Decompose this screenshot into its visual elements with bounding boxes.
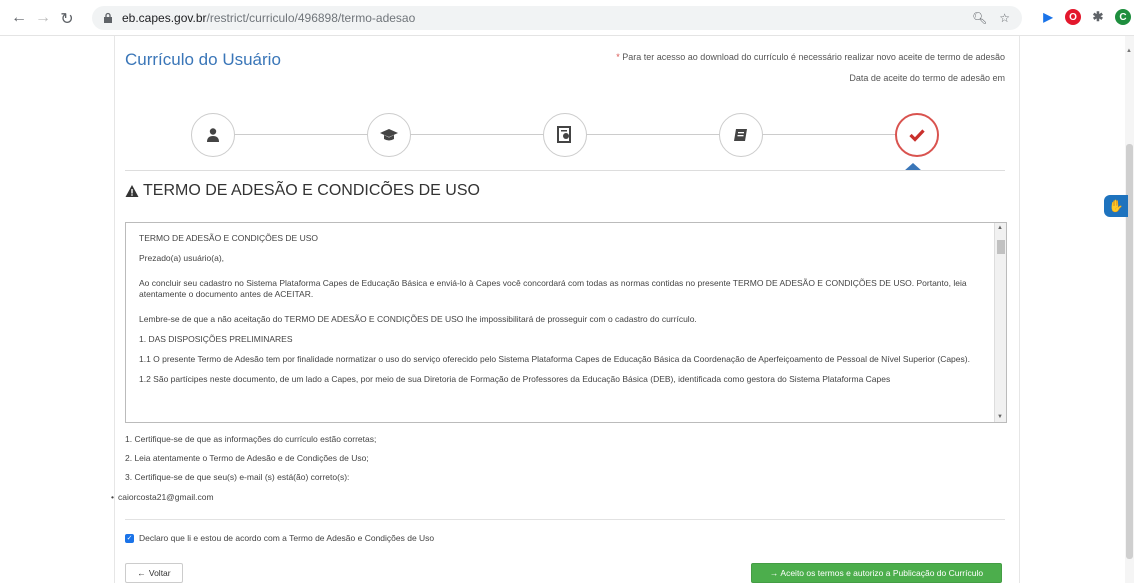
scroll-thumb[interactable] [997, 240, 1005, 254]
terms-scrollbar[interactable]: ▲ ▼ [994, 223, 1006, 422]
email-value: caiorcosta21@gmail.com [117, 492, 214, 502]
section-title-text: TERMO DE ADESÃO E CONDICÕES DE USO [143, 182, 480, 199]
opera-extension-icon[interactable]: O [1065, 9, 1081, 25]
user-icon [207, 128, 219, 142]
back-button-label: Voltar [148, 568, 171, 578]
download-notice: * Para ter acesso ao download do currícu… [616, 52, 1005, 62]
instruction-item: 2. Leia atentamente o Termo de Adesão e … [125, 453, 369, 463]
section-title: TERMO DE ADESÃO E CONDICÕES DE USO [125, 182, 480, 200]
address-bar[interactable]: eb.capes.gov.br/restrict/curriculo/49689… [92, 6, 1022, 30]
warning-icon [125, 185, 139, 197]
scroll-up-arrow-icon[interactable]: ▲ [1126, 48, 1132, 54]
instruction-item: 1. Certifique-se de que as informações d… [125, 434, 377, 444]
book-icon [734, 129, 747, 141]
lock-icon [104, 12, 112, 23]
puzzle-extensions-icon[interactable]: ✱ [1090, 9, 1106, 25]
zoom-icon[interactable]: 🔍︎ [972, 11, 987, 25]
accept-date-label: Data de aceite do termo de adesão em [849, 73, 1005, 83]
agree-label: Declaro que li e estou de acordo com a T… [139, 533, 435, 543]
agree-checkbox[interactable]: ✓ [125, 533, 134, 543]
reload-icon[interactable]: ↻ [56, 9, 78, 29]
url-path: /restrict/curriculo/496898/termo-adesao [206, 11, 416, 25]
back-button[interactable]: ← Voltar [125, 563, 183, 583]
back-arrow-icon[interactable]: ← [8, 9, 30, 27]
accept-button-label: Aceito os termos e autorizo a Publicação… [780, 568, 984, 578]
url-host: eb.capes.gov.br [122, 11, 207, 25]
instruction-item: 3. Certifique-se de que seu(s) e-mail (s… [125, 472, 350, 482]
step-publications[interactable] [719, 113, 763, 157]
terms-paragraph: Ao concluir seu cadastro no Sistema Plat… [139, 278, 967, 299]
step-user[interactable] [191, 113, 235, 157]
certificate-icon [557, 126, 571, 143]
terms-paragraph: Lembre-se de que a não aceitação do TERM… [139, 314, 697, 324]
accessibility-hand-icon[interactable]: ✋ [1104, 195, 1128, 217]
divider [125, 170, 1005, 171]
terms-textarea[interactable]: TERMO DE ADESÃO E CONDIÇÕES DE USO Preza… [125, 222, 1007, 423]
profile-avatar[interactable]: C [1115, 9, 1131, 25]
step-education[interactable] [367, 113, 411, 157]
divider [125, 519, 1005, 520]
arrow-left-icon: ← [137, 568, 146, 578]
forward-arrow-icon[interactable]: → [32, 9, 54, 27]
page-title: Currículo do Usuário [125, 50, 281, 69]
check-icon [909, 129, 925, 142]
extension-arrow-icon[interactable]: ▶ [1040, 9, 1056, 25]
accept-terms-button[interactable]: → Aceito os termos e autorizo a Publicaç… [751, 563, 1002, 583]
scroll-up-arrow-icon[interactable]: ▲ [997, 225, 1003, 231]
terms-paragraph: 1. DAS DISPOSIÇÕES PRELIMINARES [139, 334, 293, 344]
terms-paragraph: Prezado(a) usuário(a), [139, 253, 225, 263]
star-icon[interactable]: ☆ [999, 11, 1010, 25]
page-scrollbar[interactable]: ▲ [1125, 36, 1134, 583]
email-list-item: • caiorcosta21@gmail.com [111, 492, 214, 502]
step-certificate[interactable] [543, 113, 587, 157]
graduation-cap-icon [380, 129, 398, 141]
instructions-list: 1. Certifique-se de que as informações d… [125, 434, 376, 491]
step-terms[interactable] [895, 113, 939, 157]
bullet: • [111, 492, 114, 502]
scroll-down-arrow-icon[interactable]: ▼ [997, 414, 1003, 420]
terms-content: TERMO DE ADESÃO E CONDIÇÕES DE USO Preza… [139, 233, 984, 394]
terms-paragraph: 1.1 O presente Termo de Adesão tem por f… [139, 354, 970, 364]
terms-paragraph: TERMO DE ADESÃO E CONDIÇÕES DE USO [139, 233, 319, 243]
arrow-right-icon: → [769, 568, 779, 578]
terms-paragraph: 1.2 São partícipes neste documento, de u… [139, 374, 891, 384]
browser-toolbar: ← → ↻ eb.capes.gov.br/restrict/curriculo… [0, 0, 1134, 36]
page-container: Currículo do Usuário * Para ter acesso a… [111, 36, 1020, 583]
agree-checkbox-row[interactable]: ✓ Declaro que li e estou de acordo com a… [125, 533, 434, 543]
